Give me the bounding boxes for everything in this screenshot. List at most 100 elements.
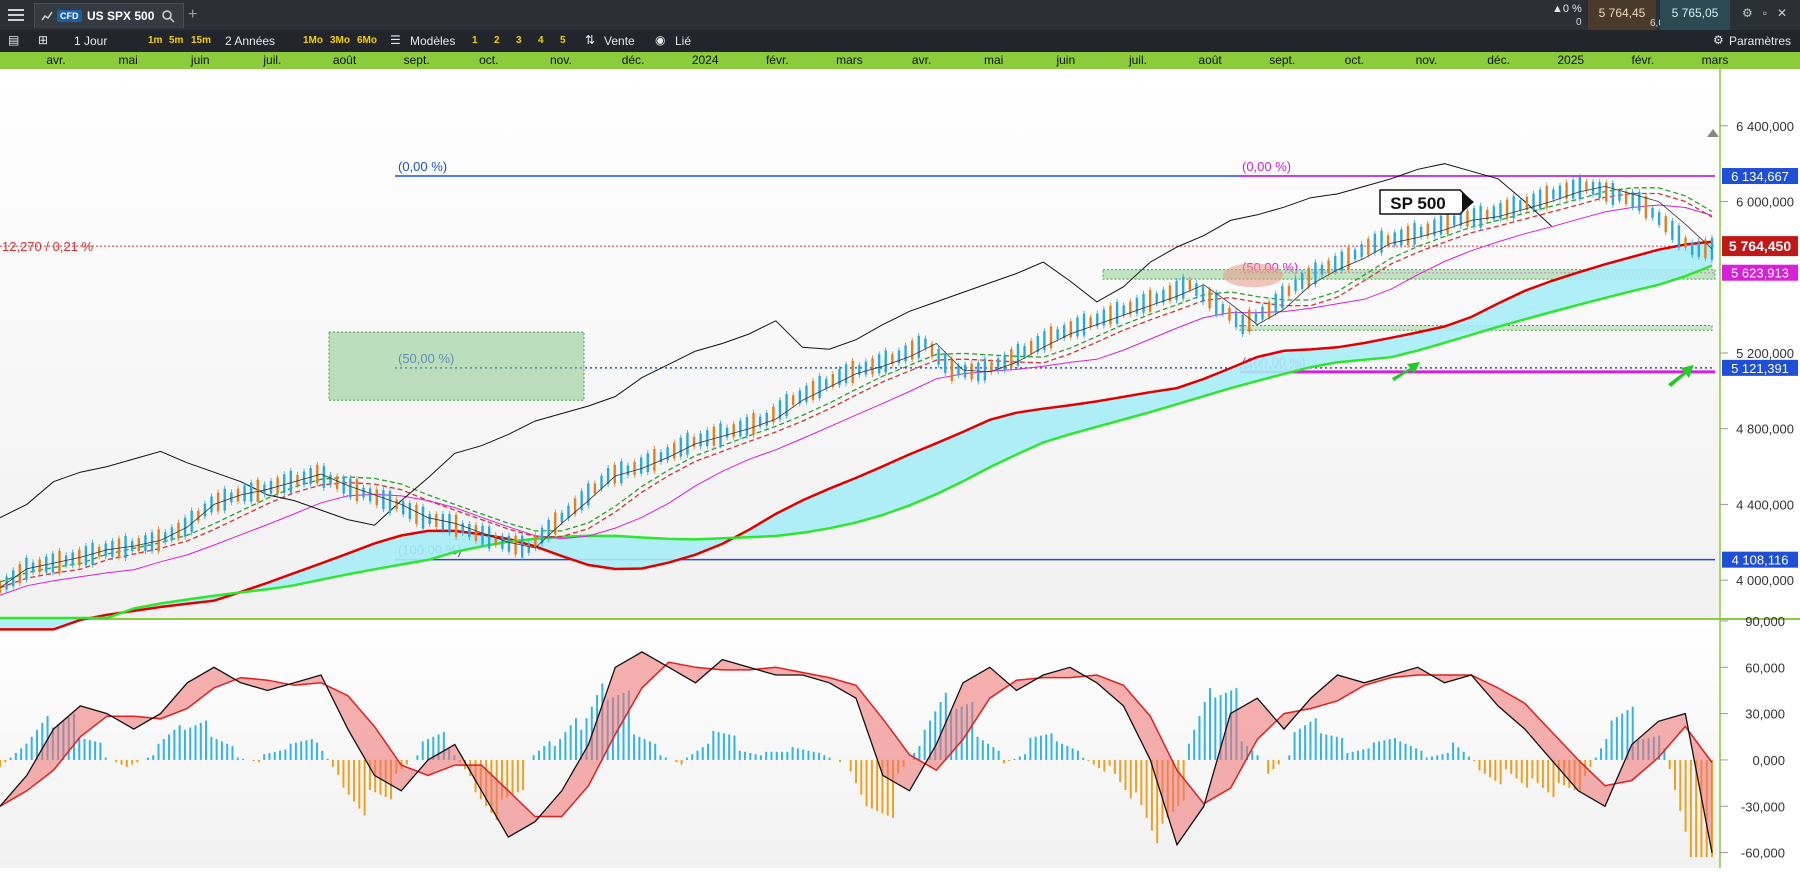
macd-bar <box>537 750 540 760</box>
interval-select[interactable]: 1 Jour <box>74 34 107 48</box>
macd-bar <box>1293 732 1296 760</box>
candle-body <box>302 471 306 485</box>
candle-body <box>382 490 385 510</box>
preset-3[interactable]: 3 <box>516 35 522 46</box>
macd-bar <box>1140 759 1143 806</box>
macd-bar <box>83 739 86 760</box>
window-controls[interactable]: ⚙▫✕ <box>1742 6 1797 20</box>
chart-area[interactable]: (0,00 %)(50,00 %)(100,00 %)(0,00 %)(50,0… <box>0 69 1800 868</box>
interval-5m[interactable]: 5m <box>169 35 183 46</box>
macd-bar <box>818 752 821 760</box>
macd-bar <box>305 740 308 760</box>
macd-bar <box>1457 747 1460 760</box>
macd-bar <box>664 757 667 760</box>
candle-body <box>1651 207 1654 218</box>
candle-body <box>1261 306 1264 320</box>
candle-body <box>1188 279 1192 290</box>
macd-bar <box>876 759 879 811</box>
candle-body <box>1360 244 1363 258</box>
time-axis-label: sept. <box>403 53 430 67</box>
range-select[interactable]: 2 Années <box>225 34 275 48</box>
layout-icon[interactable]: ⊞ <box>38 33 48 47</box>
macd-bar <box>1541 759 1544 788</box>
macd-bar <box>839 759 842 763</box>
panel-icon[interactable]: ▤ <box>8 33 19 47</box>
candle-body <box>342 477 345 494</box>
candle-body <box>164 532 167 542</box>
macd-bar <box>326 758 329 760</box>
level-label: 5 623,913 <box>1731 266 1789 281</box>
interval-15m[interactable]: 15m <box>191 35 211 46</box>
candle-body <box>1267 301 1271 318</box>
models-button[interactable]: Modèles <box>410 34 455 48</box>
macd-bar <box>1029 737 1032 760</box>
macd-bar <box>1082 757 1085 760</box>
candle-body <box>560 512 564 523</box>
menu-icon[interactable] <box>8 6 24 22</box>
preset-5[interactable]: 5 <box>560 35 566 46</box>
macd-bar <box>363 759 366 816</box>
candle-body <box>1472 208 1476 228</box>
macd-bar <box>765 751 768 760</box>
macd-bar <box>30 736 33 760</box>
macd-bar <box>210 736 213 760</box>
sell-button[interactable]: Vente <box>604 34 635 48</box>
settings-button[interactable]: Paramètres <box>1729 34 1791 48</box>
macd-bar <box>421 741 424 760</box>
range-3mo[interactable]: 3Mo <box>330 35 350 46</box>
zone-ellipse <box>1223 263 1283 288</box>
macd-bar <box>94 741 97 760</box>
instrument-tab[interactable]: CFD US SPX 500 <box>34 3 184 28</box>
macd-bar <box>1145 759 1148 818</box>
macd-bar <box>981 740 984 760</box>
candle-body <box>1056 329 1059 339</box>
settings-icon[interactable]: ⚙ <box>1713 33 1724 47</box>
macd-bar <box>1351 751 1354 760</box>
add-tab-icon[interactable]: + <box>188 6 197 24</box>
candle-body <box>963 364 967 378</box>
candle-body <box>706 430 709 447</box>
candle-body <box>1393 232 1396 246</box>
candle-body <box>620 461 623 484</box>
candle-body <box>1697 240 1700 257</box>
time-axis-label: oct. <box>1344 53 1365 67</box>
interval-1m[interactable]: 1m <box>148 35 162 46</box>
range-1mo[interactable]: 1Mo <box>303 35 323 46</box>
macd-bar <box>1504 759 1507 770</box>
time-axis-label: mai <box>118 53 138 67</box>
macd-tick-label: 90,000 <box>1745 614 1785 629</box>
candle-body <box>375 489 378 506</box>
macd-bar <box>1467 756 1470 760</box>
macd-bar <box>199 722 202 760</box>
macd-bar <box>242 758 245 760</box>
candle-body <box>507 535 511 552</box>
range-6mo[interactable]: 6Mo <box>357 35 377 46</box>
candle-body <box>421 506 425 529</box>
link-icon: ◉ <box>655 33 666 47</box>
macd-bar <box>289 743 292 760</box>
buy-price-button[interactable]: 5 765,05 <box>1660 0 1730 30</box>
macd-bar <box>1605 739 1608 760</box>
candle-body <box>851 360 854 383</box>
preset-1[interactable]: 1 <box>472 35 478 46</box>
candle-body <box>646 453 649 473</box>
chart-canvas[interactable]: (0,00 %)(50,00 %)(100,00 %)(0,00 %)(50,0… <box>0 69 1800 868</box>
macd-bar <box>775 751 778 760</box>
link-button[interactable]: Lié <box>675 34 691 48</box>
candle-body <box>263 484 266 495</box>
chart-icon <box>41 11 53 21</box>
cfd-badge: CFD <box>57 10 82 22</box>
sell-price-button[interactable]: 5 764,45 <box>1588 0 1656 30</box>
macd-bar <box>712 730 715 760</box>
candle-body <box>415 504 418 524</box>
candle-body <box>1671 220 1674 240</box>
macd-bar <box>728 734 731 760</box>
candle-body <box>1300 273 1304 289</box>
candle-body <box>1069 321 1073 338</box>
macd-bar <box>1668 759 1671 770</box>
preset-2[interactable]: 2 <box>494 35 500 46</box>
preset-4[interactable]: 4 <box>538 35 544 46</box>
macd-bar <box>300 741 303 760</box>
search-icon[interactable] <box>161 9 175 23</box>
macd-tick-label: -30,000 <box>1741 799 1785 814</box>
